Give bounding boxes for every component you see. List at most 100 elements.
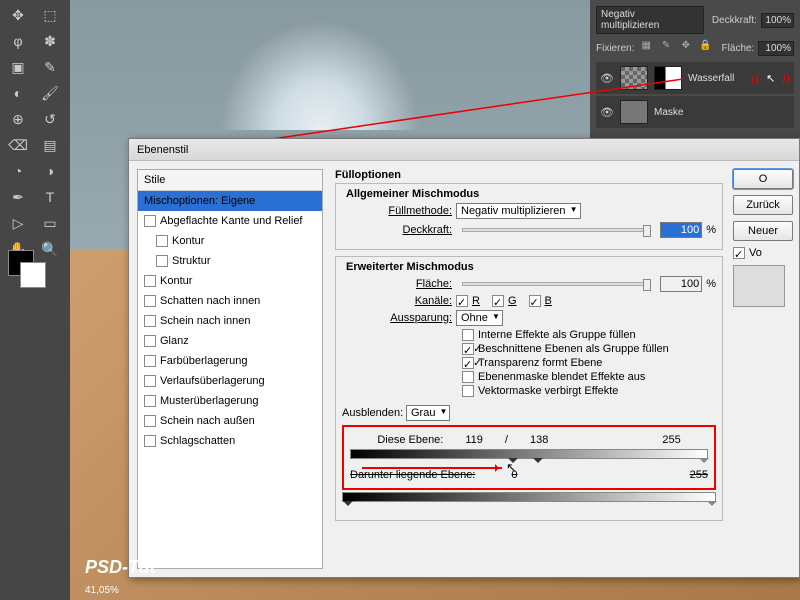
tool-heal[interactable]: ◐: [3, 81, 33, 105]
layer-name[interactable]: Wasserfall: [688, 73, 745, 84]
layer-thumb[interactable]: [620, 100, 648, 124]
style-checkbox[interactable]: [144, 355, 156, 367]
slider-black-tri-split[interactable]: [533, 458, 543, 468]
tool-crop[interactable]: ▣: [3, 55, 33, 79]
tool-dodge[interactable]: ◑: [35, 159, 65, 183]
style-item[interactable]: Schein nach außen: [138, 411, 322, 431]
style-item[interactable]: Verlaufsüberlagerung: [138, 371, 322, 391]
tool-eraser[interactable]: ⌫: [3, 133, 33, 157]
tool-wand[interactable]: ✽: [35, 29, 65, 53]
ok-button[interactable]: O: [733, 169, 793, 189]
fill-options-title: Fülloptionen: [335, 169, 723, 181]
visibility-icon[interactable]: 👁: [600, 72, 614, 85]
style-checkbox[interactable]: [144, 435, 156, 447]
style-item[interactable]: Schatten nach innen: [138, 291, 322, 311]
blend-mode-select[interactable]: Negativ multiplizieren: [596, 6, 704, 34]
style-checkbox[interactable]: [144, 375, 156, 387]
slider-white-tri[interactable]: [707, 501, 717, 511]
fill-input[interactable]: 100%: [758, 41, 794, 56]
style-item[interactable]: Schein nach innen: [138, 311, 322, 331]
background-swatch[interactable]: [20, 262, 46, 288]
style-item[interactable]: Struktur: [138, 251, 322, 271]
style-item[interactable]: Schlagschatten: [138, 431, 322, 451]
layer-name[interactable]: Maske: [654, 107, 790, 118]
opacity-slider[interactable]: [462, 228, 650, 232]
style-checkbox[interactable]: [156, 255, 168, 267]
style-checkbox[interactable]: [144, 395, 156, 407]
slider-white-tri[interactable]: [699, 458, 709, 468]
opt2-checkbox[interactable]: ✓: [462, 343, 474, 355]
style-checkbox[interactable]: [144, 335, 156, 347]
channel-r-checkbox[interactable]: ✓: [456, 295, 468, 307]
style-item[interactable]: Kontur: [138, 271, 322, 291]
cancel-button[interactable]: Zurück: [733, 195, 793, 215]
area-slider[interactable]: [462, 282, 650, 286]
style-item[interactable]: Farbüberlagerung: [138, 351, 322, 371]
tool-eyedrop[interactable]: ✎: [35, 55, 65, 79]
tool-lasso[interactable]: φ: [3, 29, 33, 53]
new-style-button[interactable]: Neuer: [733, 221, 793, 241]
this-layer-gradient[interactable]: [350, 449, 708, 459]
tool-shape[interactable]: ▭: [35, 211, 65, 235]
this-layer-label: Diese Ebene:: [377, 434, 443, 446]
lock-label: Fixieren:: [596, 43, 634, 54]
style-item[interactable]: Kontur: [138, 231, 322, 251]
advanced-legend: Erweiterter Mischmodus: [342, 261, 716, 273]
tool-pen[interactable]: ✒: [3, 185, 33, 209]
tool-blur[interactable]: ◔: [3, 159, 33, 183]
fill-method-label: Füllmethode:: [342, 205, 452, 217]
visibility-icon[interactable]: 👁: [600, 106, 614, 119]
style-item[interactable]: Mischoptionen: Eigene: [138, 191, 322, 211]
opt4-checkbox[interactable]: [462, 371, 474, 383]
style-checkbox[interactable]: [144, 275, 156, 287]
tool-history[interactable]: ↺: [35, 107, 65, 131]
zoom-level[interactable]: 41,05%: [85, 585, 119, 596]
tool-move[interactable]: ✥: [3, 3, 33, 27]
style-item[interactable]: Glanz: [138, 331, 322, 351]
style-checkbox[interactable]: [144, 295, 156, 307]
tool-marquee[interactable]: ⬚: [35, 3, 65, 27]
lock-move-icon[interactable]: ✥: [678, 40, 694, 56]
tool-stamp[interactable]: ⊕: [3, 107, 33, 131]
style-checkbox[interactable]: [144, 315, 156, 327]
lock-brush-icon[interactable]: ✎: [658, 40, 674, 56]
opt5-checkbox[interactable]: [462, 385, 474, 397]
channels-label: Kanäle:: [342, 295, 452, 307]
layer-row-maske[interactable]: 👁 Maske: [596, 96, 794, 128]
layer-row-wasserfall[interactable]: 👁 Wasserfall (( ↖ )): [596, 62, 794, 94]
opacity-label: Deckkraft:: [712, 15, 757, 26]
lock-pixels-icon[interactable]: ▦: [638, 40, 654, 56]
opacity-input[interactable]: 100%: [761, 13, 794, 28]
style-checkbox[interactable]: [144, 415, 156, 427]
opacity-label: Deckkraft:: [342, 224, 452, 236]
cursor-icon: ↖: [766, 72, 775, 85]
slider-black-tri[interactable]: [343, 501, 353, 511]
channel-g-checkbox[interactable]: ✓: [492, 295, 504, 307]
tool-type[interactable]: T: [35, 185, 65, 209]
layer-thumb[interactable]: [620, 66, 648, 90]
style-item[interactable]: Musterüberlagerung: [138, 391, 322, 411]
tool-gradient[interactable]: ▤: [35, 133, 65, 157]
mask-thumb[interactable]: [654, 66, 682, 90]
channel-b-checkbox[interactable]: ✓: [529, 295, 541, 307]
preview-checkbox[interactable]: ✓: [733, 247, 745, 259]
fill-method-select[interactable]: Negativ multiplizieren: [456, 203, 581, 219]
area-input[interactable]: 100: [660, 276, 702, 292]
under-layer-gradient[interactable]: [342, 492, 716, 502]
lock-all-icon[interactable]: 🔒: [698, 40, 714, 56]
opacity-input[interactable]: 100: [660, 222, 702, 238]
style-item[interactable]: Abgeflachte Kante und Relief: [138, 211, 322, 231]
blendif-select[interactable]: Grau: [406, 405, 450, 421]
tool-path[interactable]: ▷: [3, 211, 33, 235]
knockout-select[interactable]: Ohne: [456, 310, 503, 326]
this-sep: /: [505, 434, 508, 446]
tool-brush[interactable]: 🖌: [35, 81, 65, 105]
tool-zoom[interactable]: 🔍: [35, 237, 65, 261]
opt3-checkbox[interactable]: ✓: [462, 357, 474, 369]
style-label: Abgeflachte Kante und Relief: [160, 215, 303, 227]
options-pane: Fülloptionen Allgemeiner Mischmodus Füll…: [327, 161, 727, 577]
style-checkbox[interactable]: [156, 235, 168, 247]
style-label: Mischoptionen: Eigene: [144, 195, 255, 207]
opt1-checkbox[interactable]: [462, 329, 474, 341]
style-checkbox[interactable]: [144, 215, 156, 227]
